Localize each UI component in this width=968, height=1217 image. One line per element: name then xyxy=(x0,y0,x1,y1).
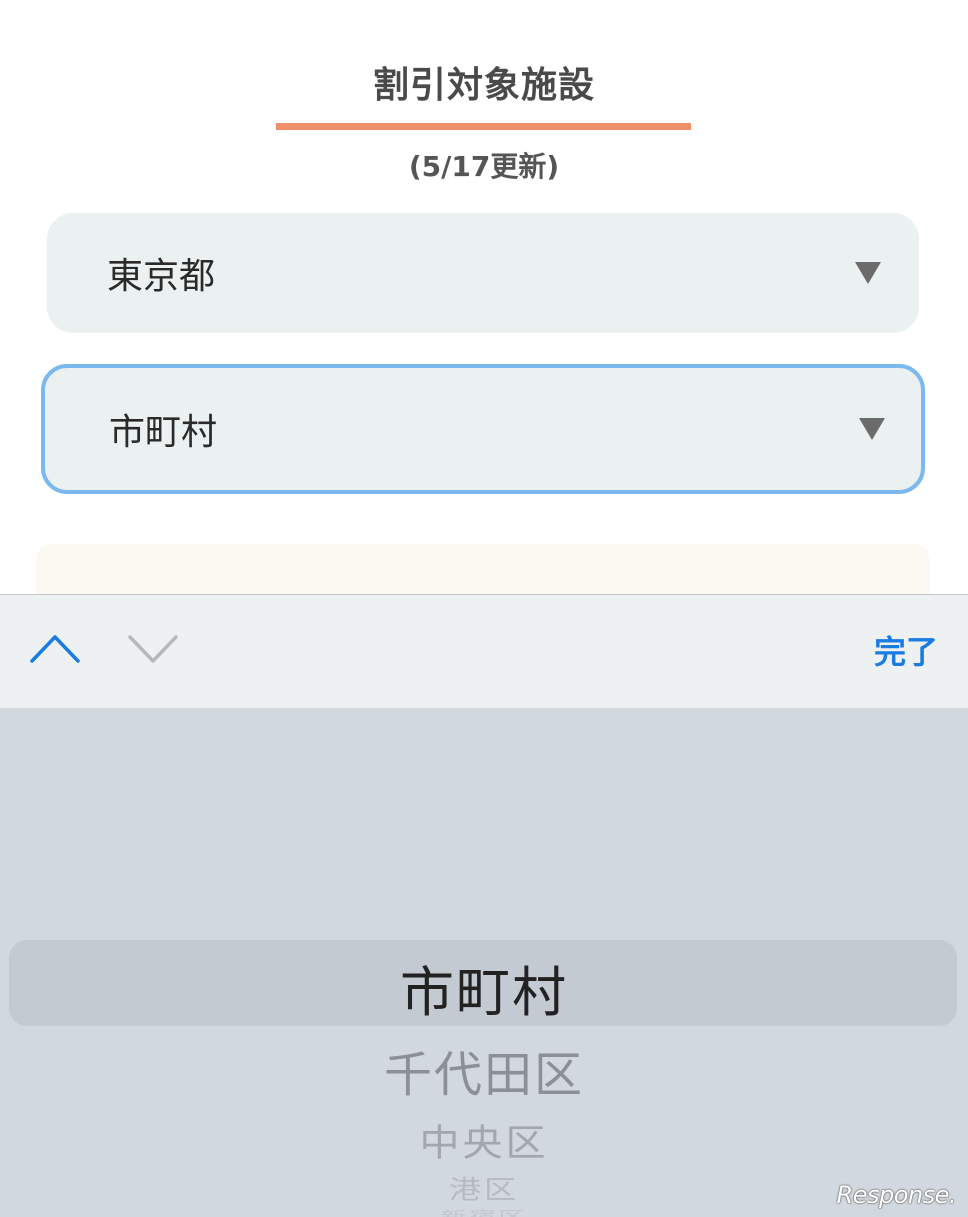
municipality-select-value: 市町村 xyxy=(109,412,218,453)
done-button[interactable]: 完了 xyxy=(874,627,938,673)
chevron-down-icon[interactable] xyxy=(126,629,180,669)
title-underline xyxy=(276,123,691,130)
picker-item[interactable]: 中央区 xyxy=(0,1113,968,1166)
picker-item-selected[interactable]: 市町村 xyxy=(0,948,968,1027)
chevron-up-icon[interactable] xyxy=(28,629,82,669)
municipality-select[interactable]: 市町村 xyxy=(41,364,925,494)
picker-item[interactable]: 新宿区 xyxy=(0,1205,968,1217)
update-date: (5/17更新) xyxy=(408,150,560,183)
picker-item[interactable]: 港区 xyxy=(0,1170,968,1207)
page-title: 割引対象施設 xyxy=(372,65,595,106)
picker-wheel[interactable]: 市町村 千代田区 中央区 港区 新宿区 Response. xyxy=(0,708,968,1217)
prefecture-select[interactable]: 東京都 xyxy=(47,213,919,333)
triangle-down-icon xyxy=(855,262,881,284)
prefecture-select-value: 東京都 xyxy=(107,256,216,297)
picker-item[interactable]: 千代田区 xyxy=(0,1035,968,1105)
triangle-down-icon xyxy=(859,418,885,440)
keyboard-toolbar: 完了 xyxy=(0,594,968,709)
watermark-logo: Response. xyxy=(836,1181,957,1209)
